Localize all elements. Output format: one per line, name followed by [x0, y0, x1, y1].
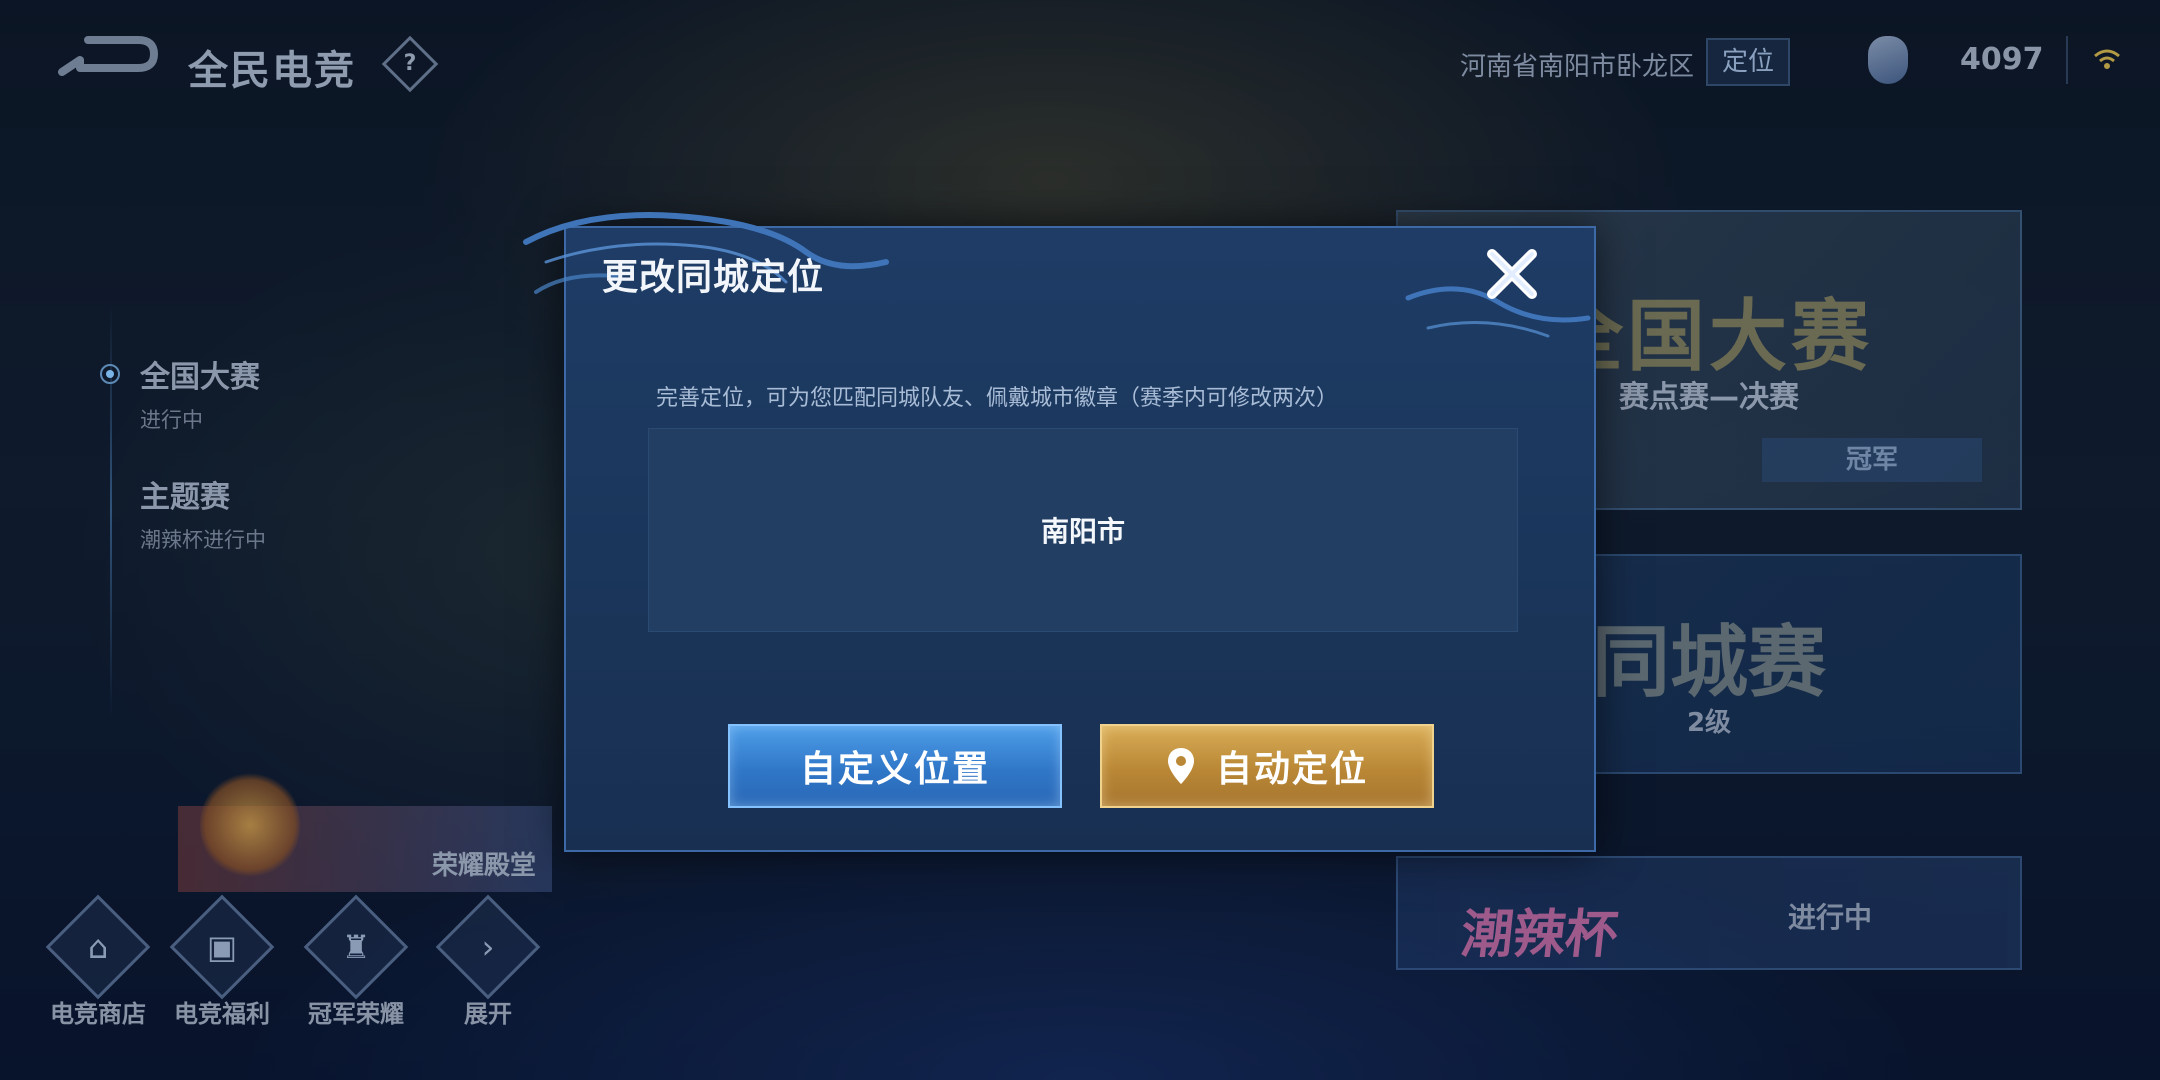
- auto-locate-label: 自动定位: [1215, 749, 1368, 790]
- bottom-nav-expand[interactable]: › 展开: [428, 894, 548, 1029]
- bottom-nav-champion[interactable]: ♜ 冠军荣耀: [296, 894, 416, 1029]
- close-icon: [1487, 249, 1537, 299]
- medal-icon: [200, 770, 300, 880]
- custom-location-label: 自定义位置: [799, 749, 990, 790]
- nav-item-title: 全国大赛: [140, 360, 260, 395]
- location-pin-icon: [1167, 748, 1194, 784]
- dialog-title: 更改同城定位: [602, 257, 825, 298]
- close-button[interactable]: [1482, 244, 1542, 304]
- divider: [2066, 36, 2068, 84]
- nav-item-national[interactable]: 全国大赛 进行中: [140, 352, 260, 434]
- expand-arrow-icon: ›: [435, 894, 541, 1000]
- back-button[interactable]: [58, 30, 162, 82]
- locate-button[interactable]: 定位: [1706, 38, 1790, 86]
- back-arrow-icon: [58, 36, 158, 76]
- nav-item-title: 主题赛: [140, 480, 230, 515]
- dialog-description: 完善定位，可为您匹配同城队友、佩戴城市徽章（赛季内可修改两次）: [656, 386, 1339, 411]
- cup-logo: 潮辣杯: [1458, 905, 1621, 965]
- cup-status: 进行中: [1788, 901, 1873, 934]
- coin-count: 4097: [1960, 42, 2044, 77]
- city-name: 南阳市: [1040, 515, 1125, 548]
- honor-hall-label: 荣耀殿堂: [431, 851, 536, 881]
- top-bar: 全民电竞 ? 河南省南阳市卧龙区 定位 4097: [0, 0, 2160, 120]
- champion-badge: 冠军: [1762, 438, 1982, 482]
- auto-locate-button[interactable]: 自动定位: [1100, 724, 1434, 808]
- change-location-dialog: 更改同城定位 完善定位，可为您匹配同城队友、佩戴城市徽章（赛季内可修改两次） 南…: [523, 212, 1596, 852]
- help-icon[interactable]: ?: [381, 35, 439, 93]
- app-title: 全民电竞: [188, 48, 356, 94]
- wifi-icon: [2090, 40, 2124, 84]
- nav-item-subtitle: 潮辣杯进行中: [140, 528, 266, 552]
- city-display: 南阳市: [648, 428, 1518, 632]
- custom-location-button[interactable]: 自定义位置: [728, 724, 1062, 808]
- nav-item-theme[interactable]: 主题赛 潮辣杯进行中: [140, 472, 266, 554]
- shop-icon: ⌂: [45, 894, 151, 1000]
- cup-contest-card[interactable]: 潮辣杯 进行中: [1396, 856, 2022, 970]
- bottom-nav-welfare[interactable]: ▣ 电竞福利: [162, 894, 282, 1029]
- nav-active-dot: [100, 364, 120, 384]
- trophy-icon: ♜: [303, 894, 409, 1000]
- nav-item-subtitle: 进行中: [140, 408, 203, 432]
- bottom-nav-shop[interactable]: ⌂ 电竞商店: [38, 894, 158, 1029]
- coin-icon: [1868, 36, 1908, 84]
- gift-icon: ▣: [169, 894, 275, 1000]
- region-label: 河南省南阳市卧龙区: [1460, 52, 1695, 82]
- nav-track: [110, 300, 112, 720]
